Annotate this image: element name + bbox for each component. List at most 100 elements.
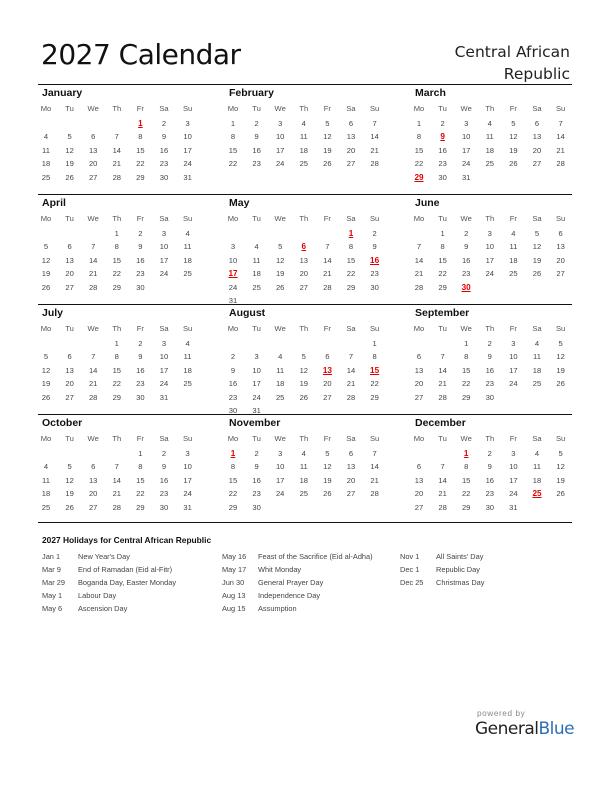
weekday-header: Th bbox=[485, 214, 495, 223]
calendar-date: 8 bbox=[230, 462, 236, 472]
calendar-date: 8 bbox=[348, 242, 354, 252]
month-name: August bbox=[229, 307, 266, 319]
calendar-date: 14 bbox=[438, 365, 447, 375]
calendar-date: 5 bbox=[325, 119, 330, 128]
calendar-date: 17 bbox=[252, 379, 261, 389]
calendar-date: 7 bbox=[372, 449, 377, 458]
calendar-date: 10 bbox=[228, 255, 238, 265]
calendar-date: 26 bbox=[65, 502, 74, 512]
calendar-date: 23 bbox=[252, 489, 261, 499]
holiday-date: 1 bbox=[230, 449, 236, 458]
calendar-date: 15 bbox=[228, 145, 238, 155]
calendar-date: 4 bbox=[43, 132, 49, 142]
calendar-date: 28 bbox=[370, 489, 379, 499]
calendar-date: 2 bbox=[254, 449, 259, 458]
calendar-date: 20 bbox=[346, 145, 356, 155]
weekday-header: Sa bbox=[532, 434, 542, 443]
weekday-header: We bbox=[460, 214, 472, 223]
calendar-date: 24 bbox=[485, 269, 495, 279]
weekday-header: Fr bbox=[136, 434, 144, 443]
weekday-header: We bbox=[460, 324, 472, 333]
calendar-date: 12 bbox=[556, 352, 565, 362]
calendar-date: 23 bbox=[159, 159, 169, 169]
calendar-date: 8 bbox=[416, 132, 422, 142]
calendar-date: 22 bbox=[228, 489, 238, 499]
month-name: April bbox=[42, 197, 66, 209]
calendar-date: 2 bbox=[254, 119, 259, 128]
calendar-date: 14 bbox=[438, 475, 447, 485]
quarter-divider bbox=[38, 194, 572, 195]
calendar-date: 22 bbox=[228, 159, 238, 169]
calendar-date: 11 bbox=[533, 352, 541, 362]
calendar-date: 28 bbox=[556, 159, 565, 169]
holiday-date-label: May 17 bbox=[222, 565, 247, 574]
calendar-date: 27 bbox=[299, 282, 309, 292]
calendar-date: 26 bbox=[275, 282, 285, 292]
weekday-header: Sa bbox=[159, 104, 169, 113]
calendar-date: 18 bbox=[41, 489, 51, 499]
calendar-date: 15 bbox=[346, 255, 356, 265]
calendar-date: 22 bbox=[346, 269, 356, 279]
calendar-date: 20 bbox=[65, 379, 74, 389]
brand-general: General bbox=[475, 719, 539, 739]
calendar-date: 21 bbox=[438, 489, 447, 499]
calendar-date: 4 bbox=[301, 119, 306, 128]
weekday-header: Tu bbox=[438, 214, 447, 223]
holiday-date: 17 bbox=[228, 269, 238, 279]
calendar-date: 3 bbox=[464, 119, 469, 128]
calendar-date: 11 bbox=[509, 242, 518, 252]
calendar-date: 19 bbox=[556, 475, 565, 485]
calendar-date: 12 bbox=[41, 255, 51, 265]
calendar-date: 5 bbox=[511, 119, 516, 128]
calendar-date: 6 bbox=[325, 352, 330, 362]
calendar-date: 7 bbox=[91, 242, 96, 252]
calendar-date: 28 bbox=[88, 282, 98, 292]
calendar-date: 19 bbox=[509, 145, 518, 155]
calendar-date: 12 bbox=[323, 132, 332, 142]
calendar-date: 12 bbox=[509, 132, 518, 142]
calendar-date: 14 bbox=[88, 255, 98, 265]
calendar-date: 7 bbox=[416, 242, 422, 252]
calendar-date: 14 bbox=[346, 365, 356, 375]
calendar-date: 16 bbox=[461, 255, 471, 265]
weekday-header: Mo bbox=[227, 214, 239, 223]
calendar-date: 23 bbox=[485, 379, 495, 389]
calendar-date: 4 bbox=[185, 229, 190, 238]
calendar-date: 27 bbox=[323, 392, 332, 402]
calendar-date: 8 bbox=[464, 352, 469, 362]
weekday-header: Th bbox=[112, 214, 122, 223]
calendar-date: 28 bbox=[414, 282, 424, 292]
holiday-name: Boganda Day, Easter Monday bbox=[78, 578, 177, 587]
holiday-date-label: May 16 bbox=[222, 552, 247, 561]
weekday-header: Mo bbox=[227, 434, 239, 443]
calendar-date: 24 bbox=[509, 379, 518, 389]
calendar-date: 7 bbox=[91, 352, 96, 362]
calendar-date: 12 bbox=[65, 145, 74, 155]
calendar-date: 10 bbox=[509, 352, 518, 362]
calendar-date: 15 bbox=[414, 145, 424, 155]
calendar-date: 11 bbox=[533, 462, 541, 472]
calendar-date: 4 bbox=[43, 462, 49, 472]
calendar-date: 26 bbox=[323, 159, 332, 169]
weekday-header: Su bbox=[555, 214, 566, 223]
generalblue-logo[interactable]: GeneralBlue bbox=[475, 719, 575, 739]
calendar-date: 10 bbox=[183, 462, 192, 472]
calendar-date: 21 bbox=[88, 379, 98, 389]
calendar-date: 30 bbox=[136, 392, 145, 402]
weekday-header: Sa bbox=[532, 104, 542, 113]
calendar-date: 3 bbox=[230, 242, 236, 252]
calendar-date: 10 bbox=[159, 352, 169, 362]
page-title: 2027 Calendar bbox=[41, 38, 241, 71]
calendar-date: 14 bbox=[370, 132, 379, 142]
holiday-date-label: Mar 29 bbox=[42, 578, 66, 587]
holiday-name: Whit Monday bbox=[258, 565, 302, 574]
calendar-date: 29 bbox=[461, 502, 471, 512]
calendar-date: 15 bbox=[461, 475, 471, 485]
weekday-header: Tu bbox=[65, 434, 74, 443]
calendar-date: 1 bbox=[440, 229, 445, 238]
calendar-date: 28 bbox=[88, 392, 98, 402]
calendar-date: 17 bbox=[275, 145, 285, 155]
calendar-date: 3 bbox=[185, 449, 190, 458]
calendar-date: 4 bbox=[301, 449, 306, 458]
calendar-date: 15 bbox=[112, 365, 122, 375]
